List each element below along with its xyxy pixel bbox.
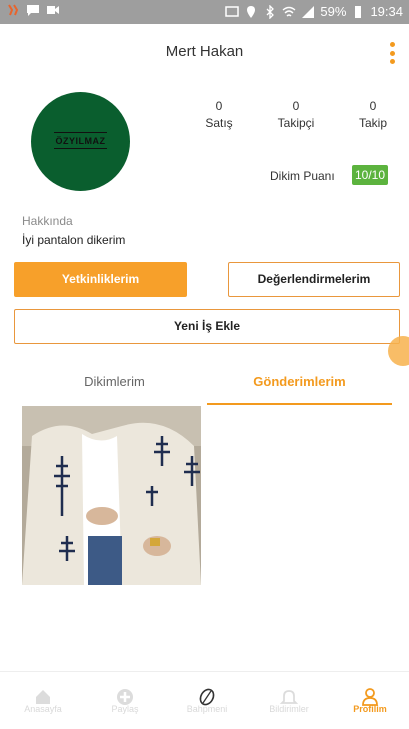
nav-center[interactable]: Bahpmeni (166, 672, 248, 729)
about-label: Hakkında (22, 214, 73, 228)
tab-dikimlerim[interactable]: Dikimlerim (22, 374, 207, 389)
status-system: 59% 19:34 (225, 4, 403, 19)
nav-share-label: Paylaş (111, 704, 139, 714)
bottom-navigation: Anasayfa Paylaş Bahpmeni Bildirimler Pro… (0, 671, 409, 729)
tab-gonderimlerim[interactable]: Gönderimlerim (207, 374, 392, 389)
signal-icon (302, 5, 315, 18)
bluetooth-icon (266, 4, 275, 19)
floating-action-button[interactable] (388, 336, 409, 366)
active-tab-indicator (207, 403, 392, 405)
more-options-icon[interactable] (387, 42, 397, 64)
nav-profile-label: Profilim (353, 704, 387, 714)
nav-center-label: Bahpmeni (186, 704, 228, 714)
nav-notifications[interactable]: Bildirimler (248, 672, 330, 729)
message-icon (27, 5, 39, 16)
app-header: Mert Hakan (0, 24, 409, 78)
video-icon (47, 6, 59, 14)
post-image (22, 406, 201, 585)
stat-followers-value: 0 (292, 99, 300, 113)
nav-notifications-label: Bildirimler (269, 704, 309, 714)
skills-button[interactable]: Yetkinliklerim (14, 262, 187, 297)
location-icon (247, 5, 256, 18)
logo-rule-top (54, 132, 107, 133)
reviews-button[interactable]: Değerlendirmelerim (228, 262, 400, 297)
stat-following-label: Takip (358, 116, 387, 130)
logo-rule-bottom (54, 148, 107, 149)
about-text: İyi pantalon dikerim (22, 233, 126, 247)
battery-icon (355, 5, 362, 18)
wifi-icon (282, 6, 296, 17)
stat-sales-value: 0 (215, 99, 223, 113)
app-notification-icon (8, 4, 19, 16)
status-notifications (6, 3, 60, 17)
nav-share[interactable]: Paylaş (84, 672, 166, 729)
page-title: Mert Hakan (165, 43, 244, 60)
dikim-score-badge: 10/10 (352, 165, 388, 185)
add-new-job-button[interactable]: Yeni İş Ekle (14, 309, 400, 344)
stat-sales[interactable]: 0 Satış (189, 99, 249, 130)
nav-home[interactable]: Anasayfa (2, 672, 84, 729)
battery-percent: 59% (320, 4, 347, 19)
post-thumbnail[interactable] (22, 406, 201, 585)
stat-followers-label: Takipçi (277, 116, 315, 130)
stat-following-value: 0 (369, 99, 377, 113)
nav-profile[interactable]: Profilim (329, 672, 409, 729)
cast-icon (225, 5, 240, 17)
avatar-logo-text: ÖZYILMAZ (55, 136, 106, 146)
status-bar: 59% 19:34 (0, 0, 409, 24)
nav-home-label: Anasayfa (24, 704, 62, 714)
avatar[interactable]: ÖZYILMAZ (31, 92, 130, 191)
dikim-score-label: Dikim Puanı (270, 169, 335, 183)
stat-sales-label: Satış (205, 116, 233, 130)
stat-followers[interactable]: 0 Takipçi (266, 99, 326, 130)
clock: 19:34 (370, 4, 403, 19)
stat-following[interactable]: 0 Takip (343, 99, 403, 130)
